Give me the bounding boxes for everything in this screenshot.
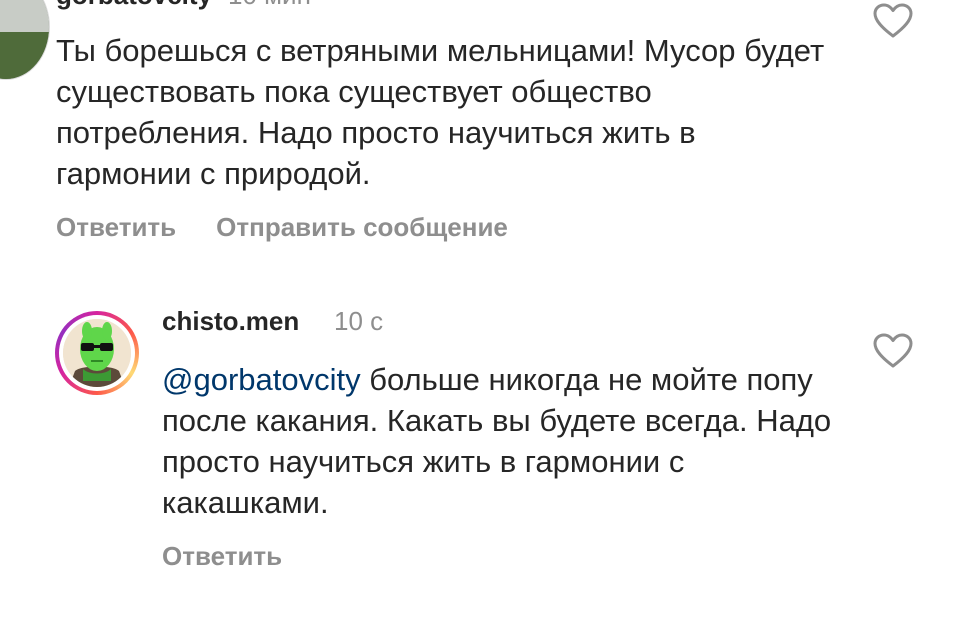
comment-actions: Ответить (162, 541, 322, 572)
comment-time: 10 мин (228, 0, 311, 10)
avatar-ring-gap (59, 315, 135, 391)
avatar-ground (0, 32, 49, 79)
comment-actions: Ответить Отправить сообщение (56, 212, 548, 243)
comment-username[interactable]: gorbatovcity 10 мин (56, 0, 311, 11)
avatar-sky (0, 0, 49, 33)
comment-text: @gorbatovcity больше никогда не мойте по… (162, 359, 852, 523)
avatar[interactable] (63, 319, 131, 387)
comment-text: Ты борешься с ветряными мельницами! Мусо… (56, 33, 825, 191)
heart-outline-icon[interactable] (873, 3, 913, 39)
avatar[interactable] (0, 0, 50, 80)
comment-username[interactable]: chisto.men (162, 306, 299, 337)
heart-outline-icon[interactable] (873, 333, 913, 369)
reply-button[interactable]: Ответить (162, 541, 282, 571)
avatar-alien-mask-icon (63, 319, 131, 387)
avatar-story-ring[interactable] (55, 311, 139, 395)
username-text[interactable]: gorbatovcity (56, 0, 212, 10)
reply-button[interactable]: Ответить (56, 212, 176, 242)
mention-link[interactable]: @gorbatovcity (162, 362, 361, 397)
comment-time: 10 с (334, 306, 384, 336)
send-message-button[interactable]: Отправить сообщение (216, 212, 508, 242)
